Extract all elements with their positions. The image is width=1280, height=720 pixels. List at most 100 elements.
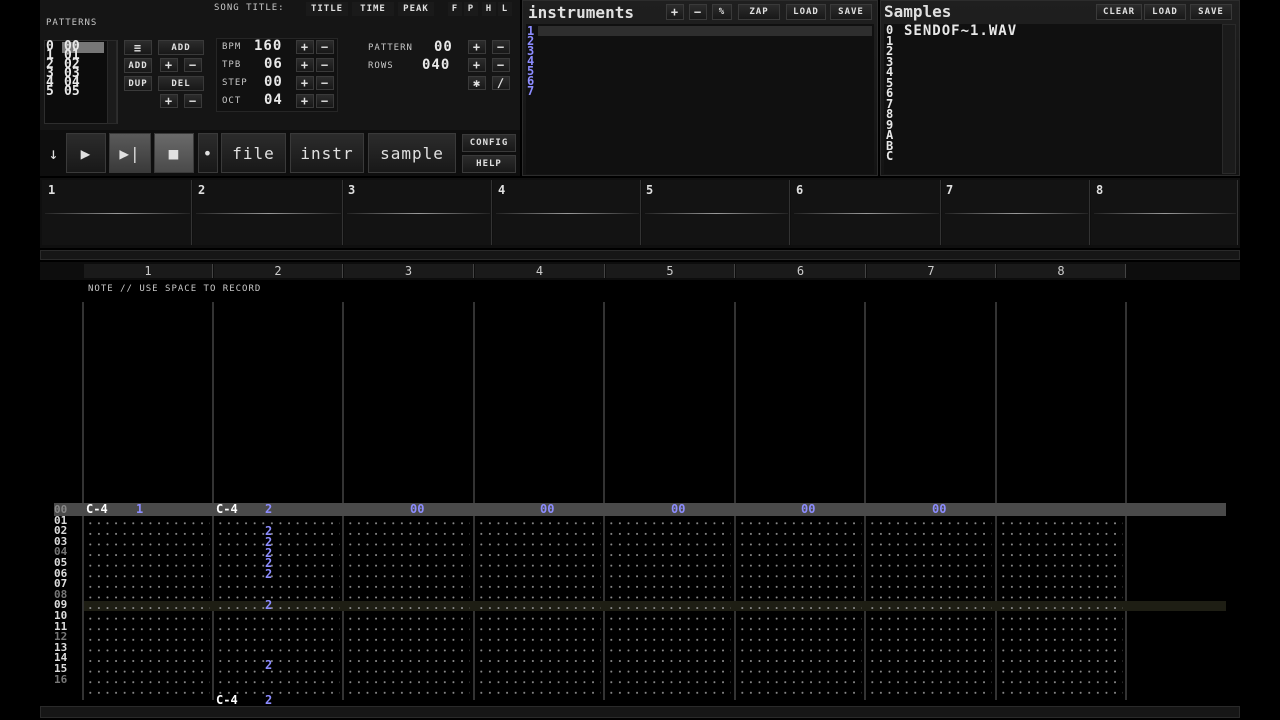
file-button[interactable]: file	[221, 133, 286, 173]
instrument-cell[interactable]: 1	[136, 502, 143, 516]
oct-value[interactable]: 04	[264, 92, 283, 108]
record-dot-button[interactable]: •	[198, 133, 218, 173]
status-text: NOTE // USE SPACE TO RECORD	[88, 284, 262, 294]
flag-h-button[interactable]: H	[482, 2, 496, 16]
bpm-plus-button[interactable]: +	[296, 40, 314, 54]
rows-divide-button[interactable]: ∕	[492, 76, 510, 90]
instrument-percent-button[interactable]: %	[712, 4, 732, 20]
rows-value[interactable]: 040	[422, 57, 450, 73]
step-value[interactable]: 00	[264, 74, 283, 90]
volume-cell[interactable]: 00	[801, 502, 815, 516]
pattern-order-values: 00 01 02 03 04 05	[64, 39, 80, 99]
samples-save-button[interactable]: SAVE	[1190, 4, 1232, 20]
help-button[interactable]: HELP	[462, 155, 516, 173]
patterns-scrollbar[interactable]	[107, 40, 117, 124]
volume-cell[interactable]: 00	[410, 502, 424, 516]
tpb-minus-button[interactable]: −	[316, 58, 334, 72]
pattern-plus-button[interactable]: +	[160, 58, 178, 72]
channel-header-4[interactable]: 4	[475, 264, 605, 278]
scope-number-8: 8	[1096, 183, 1104, 197]
channel-header-1[interactable]: 1	[84, 264, 213, 278]
pattern-num-plus-button[interactable]: +	[468, 40, 486, 54]
instrument-remove-button[interactable]: −	[689, 4, 707, 20]
row-numbers: 00 01 02 03 04 05 06 07 08 09 10 11 12 13 14 15 16	[54, 503, 68, 686]
scopes-scrollbar[interactable]	[40, 250, 1240, 260]
play-button[interactable]: ▶	[66, 133, 106, 173]
volume-cell[interactable]: 00	[932, 502, 946, 516]
volume-cell[interactable]: 00	[540, 502, 554, 516]
instrument-cell[interactable]: 2	[265, 598, 272, 612]
instrument-add-button[interactable]: +	[666, 4, 684, 20]
pattern-minus-button[interactable]: −	[184, 58, 202, 72]
channel-grid-6	[738, 518, 862, 700]
note-cell[interactable]: C-4	[216, 502, 238, 516]
song-peak-tab[interactable]: PEAK	[398, 2, 434, 16]
oct-minus-button[interactable]: −	[316, 94, 334, 108]
sample-button[interactable]: sample	[368, 133, 456, 173]
play-pattern-button[interactable]: ▶|	[109, 133, 151, 173]
arrow-down-icon[interactable]: ↓	[44, 134, 64, 172]
rows-multiply-button[interactable]: ✱	[468, 76, 486, 90]
samples-load-button[interactable]: LOAD	[1144, 4, 1186, 20]
instrument-cell[interactable]: 2	[265, 693, 272, 707]
step-plus-button[interactable]: +	[296, 76, 314, 90]
scope-line-6	[794, 213, 939, 214]
sample-name-0[interactable]: SENDOF~1.WAV	[904, 23, 1017, 39]
samples-list[interactable]	[884, 24, 1222, 174]
instrument-load-button[interactable]: LOAD	[786, 4, 826, 20]
instr-button[interactable]: instr	[290, 133, 364, 173]
patterns-menu-button[interactable]: ≡	[124, 40, 152, 55]
instrument-cell[interactable]: 2	[265, 502, 272, 516]
pattern-num-minus-button[interactable]: −	[492, 40, 510, 54]
channel-divider	[82, 302, 84, 700]
pattern-scrollbar[interactable]	[40, 706, 1240, 718]
samples-scrollbar[interactable]	[1222, 24, 1236, 174]
oct-plus-button[interactable]: +	[296, 94, 314, 108]
rows-plus-button[interactable]: +	[468, 58, 486, 72]
song-title-tab[interactable]: TITLE	[306, 2, 348, 16]
channel-divider	[473, 302, 475, 700]
channel-header-3[interactable]: 3	[344, 264, 474, 278]
patterns-title: PATTERNS	[46, 18, 98, 28]
note-cell[interactable]: C-4	[216, 693, 238, 707]
scope-number-1: 1	[48, 183, 56, 197]
channel-header-2[interactable]: 2	[214, 264, 343, 278]
instrument-cell[interactable]: 2	[265, 658, 272, 672]
order-dup-button[interactable]: DUP	[124, 76, 152, 91]
channel-header-6[interactable]: 6	[736, 264, 866, 278]
note-cell[interactable]: C-4	[86, 502, 108, 516]
instrument-zap-button[interactable]: ZAP	[738, 4, 780, 20]
tpb-plus-button[interactable]: +	[296, 58, 314, 72]
order-plus-button[interactable]: +	[160, 94, 178, 108]
scope-number-2: 2	[198, 183, 206, 197]
instrument-cell[interactable]: 2	[265, 567, 272, 581]
bpm-minus-button[interactable]: −	[316, 40, 334, 54]
tpb-value[interactable]: 06	[264, 56, 283, 72]
volume-cell[interactable]: 00	[671, 502, 685, 516]
song-time-tab[interactable]: TIME	[352, 2, 394, 16]
samples-clear-button[interactable]: CLEAR	[1096, 4, 1142, 20]
scope-line-1	[45, 213, 190, 214]
flag-l-button[interactable]: L	[498, 2, 512, 16]
pattern-add-button[interactable]: ADD	[158, 40, 204, 55]
stop-button[interactable]: ■	[154, 133, 194, 173]
flag-p-button[interactable]: P	[464, 2, 478, 16]
config-button[interactable]: CONFIG	[462, 134, 516, 152]
rows-minus-button[interactable]: −	[492, 58, 510, 72]
instrument-save-button[interactable]: SAVE	[830, 4, 872, 20]
flag-f-button[interactable]: F	[448, 2, 462, 16]
channel-divider	[864, 302, 866, 700]
order-add-button[interactable]: ADD	[124, 58, 152, 73]
channel-header-7[interactable]: 7	[867, 264, 996, 278]
pattern-value[interactable]: 00	[434, 39, 453, 55]
order-del-button[interactable]: DEL	[158, 76, 204, 91]
pattern-row-numbers: 012345	[46, 39, 54, 99]
instruments-list[interactable]	[526, 24, 874, 174]
scope-number-7: 7	[946, 183, 954, 197]
instruments-title: instruments	[528, 3, 634, 22]
channel-header-5[interactable]: 5	[606, 264, 735, 278]
channel-header-8[interactable]: 8	[997, 264, 1126, 278]
order-minus-button[interactable]: −	[184, 94, 202, 108]
step-minus-button[interactable]: −	[316, 76, 334, 90]
bpm-value[interactable]: 160	[254, 38, 282, 54]
